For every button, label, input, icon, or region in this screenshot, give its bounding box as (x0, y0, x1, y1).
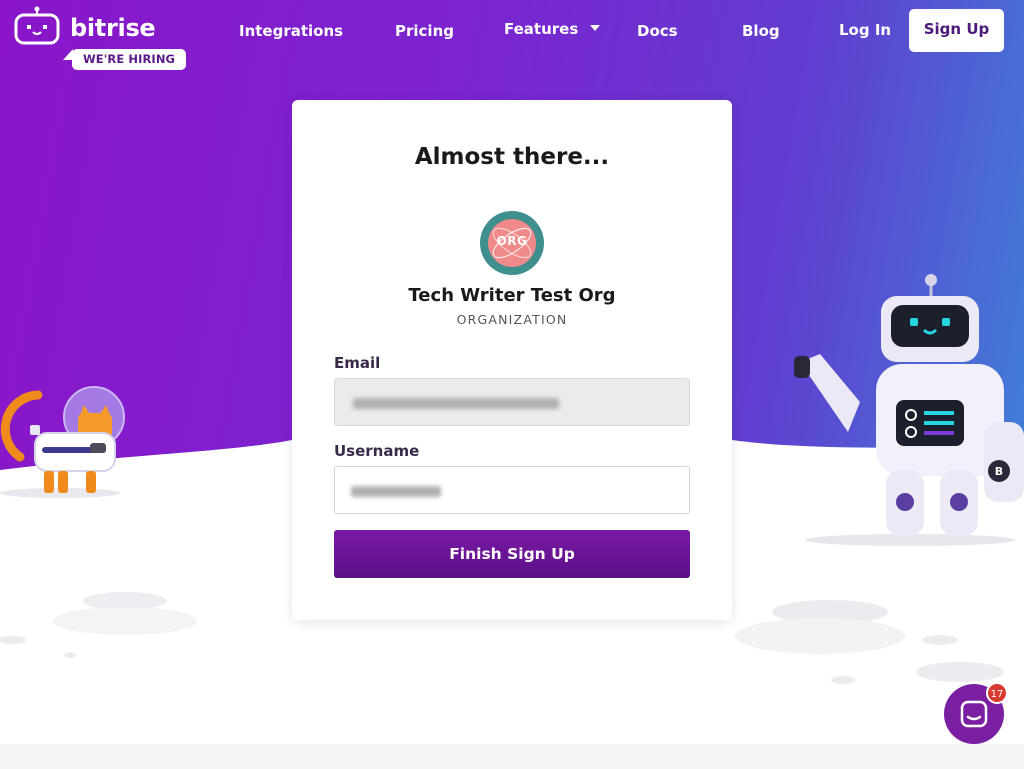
username-label: Username (334, 442, 420, 460)
email-field[interactable] (334, 378, 690, 426)
org-name: Tech Writer Test Org (408, 285, 616, 306)
cat-astronaut-illustration (0, 386, 125, 493)
nav-features-label: Features (504, 20, 579, 38)
chat-unread-badge: 17 (986, 682, 1008, 704)
org-type: ORGANIZATION (456, 312, 568, 327)
email-value-redacted (353, 398, 559, 409)
email-label: Email (334, 354, 381, 372)
finish-signup-button[interactable]: Finish Sign Up (334, 530, 690, 578)
chevron-down-icon (590, 24, 601, 31)
bitrise-logo[interactable]: bitrise (14, 6, 156, 46)
brand-name: bitrise (70, 14, 156, 42)
nav-link-integrations[interactable]: Integrations (239, 22, 343, 40)
svg-text:B: B (995, 465, 1003, 478)
signup-card: Almost there... ORG Tech Writer Test Org… (292, 100, 732, 620)
nav-link-login[interactable]: Log In (839, 21, 891, 39)
nav-link-blog[interactable]: Blog (742, 22, 780, 40)
username-value-redacted (351, 486, 441, 497)
hiring-badge[interactable]: WE'RE HIRING (62, 49, 187, 70)
top-navigation: bitrise WE'RE HIRING Integrations Pricin… (0, 0, 1024, 80)
nav-link-pricing[interactable]: Pricing (395, 22, 454, 40)
page-title: Almost there... (414, 144, 610, 170)
org-avatar-text: ORG (496, 234, 528, 248)
bitrise-mascot-icon (14, 6, 60, 45)
chat-icon (960, 700, 988, 728)
nav-dropdown-features[interactable]: Features (504, 20, 601, 38)
nav-link-docs[interactable]: Docs (637, 22, 678, 40)
org-avatar: ORG (480, 211, 544, 275)
username-field[interactable] (334, 466, 690, 514)
footer-strip (0, 744, 1024, 769)
signup-button[interactable]: Sign Up (909, 9, 1004, 52)
robot-illustration: B (794, 274, 1024, 536)
